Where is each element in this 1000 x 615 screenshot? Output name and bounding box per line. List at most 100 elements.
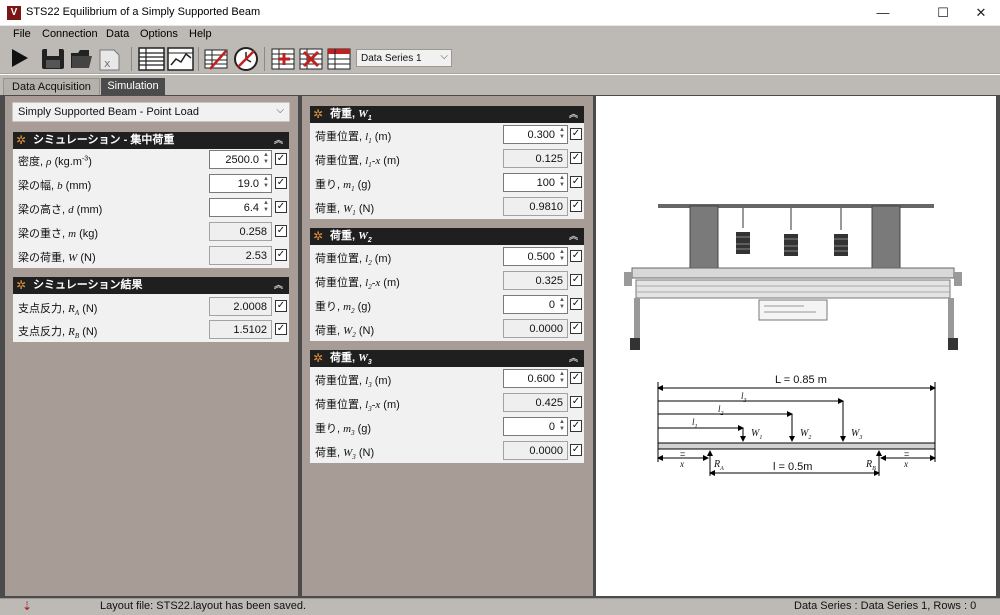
w1-position-row: 荷重位置, l1 (m) 0.300 ▲ ▼ ✓ (310, 123, 584, 146)
w2-position-input[interactable]: 0.500 ▲ ▼ (503, 247, 568, 266)
diagram-length-label: L = 0.85 m (775, 374, 827, 386)
spinner-icon[interactable]: ▲ ▼ (558, 249, 566, 263)
simulation-panel: ✲ シミュレーション - 集中荷重 ︽ 密度, ρ (kg.m-3) 2500.… (13, 132, 289, 268)
reaction-a-checkbox[interactable]: ✓ (275, 300, 287, 312)
menu-data[interactable]: Data (106, 28, 129, 40)
collapse-chevron-icon[interactable]: ︽ (569, 228, 578, 245)
w1-mass-label: 重り, m1 (g) (315, 179, 372, 194)
diagram-eq-right: = (904, 449, 910, 459)
beam-mass-label: 梁の重さ, m (kg) (18, 228, 99, 240)
w1-mass-checkbox[interactable]: ✓ (570, 176, 582, 188)
beam-load-row: 梁の荷重, W (N) 2.53 ✓ (13, 244, 289, 267)
spinner-icon[interactable]: ▲ ▼ (558, 127, 566, 141)
w3-mass-checkbox[interactable]: ✓ (570, 420, 582, 432)
density-checkbox[interactable]: ✓ (275, 153, 287, 165)
gear-icon: ✲ (16, 133, 27, 147)
gear-icon: ✲ (313, 107, 324, 121)
simulation-preset-select[interactable]: Simply Supported Beam - Point Load ⌵ (12, 102, 290, 122)
w3-position-checkbox[interactable]: ✓ (570, 372, 582, 384)
menu-options[interactable]: Options (140, 28, 178, 40)
w1-load-checkbox[interactable]: ✓ (570, 200, 582, 212)
beam-height-checkbox[interactable]: ✓ (275, 201, 287, 213)
simulation-preset-value: Simply Supported Beam - Point Load (18, 106, 199, 118)
w1-offset-checkbox[interactable]: ✓ (570, 152, 582, 164)
w2-mass-checkbox[interactable]: ✓ (570, 298, 582, 310)
w3-load-value: 0.0000 (503, 441, 568, 460)
spinner-icon[interactable]: ▲ ▼ (558, 297, 566, 311)
w1-position-input[interactable]: 0.300 ▲ ▼ (503, 125, 568, 144)
minimize-button[interactable]: — (860, 0, 906, 26)
beam-load-checkbox[interactable]: ✓ (275, 249, 287, 261)
menu-file[interactable]: File (13, 28, 31, 40)
collapse-chevron-icon[interactable]: ︽ (274, 277, 283, 294)
beam-mass-checkbox[interactable]: ✓ (275, 225, 287, 237)
w1-position-label: 荷重位置, l1 (m) (315, 131, 392, 146)
simulation-panel-header[interactable]: ✲ シミュレーション - 集中荷重 ︽ (13, 132, 289, 149)
beam-height-input[interactable]: 6.4 ▲ ▼ (209, 198, 272, 217)
w2-position-checkbox[interactable]: ✓ (570, 250, 582, 262)
results-panel-header[interactable]: ✲ シミュレーション結果 ︽ (13, 277, 289, 294)
diagram-x-left: x (680, 459, 684, 469)
save-icon (42, 49, 64, 69)
results-panel-title: シミュレーション結果 (33, 279, 143, 291)
load-w2-header[interactable]: ✲ 荷重, W2 ︽ (310, 228, 584, 245)
tab-data-acquisition[interactable]: Data Acquisition (3, 78, 100, 95)
w3-position-input[interactable]: 0.600 ▲ ▼ (503, 369, 568, 388)
spinner-icon[interactable]: ▲ ▼ (262, 152, 270, 166)
w3-offset-row: 荷重位置, l3-x (m) 0.425 ✓ (310, 391, 584, 414)
w2-mass-input[interactable]: 0 ▲ ▼ (503, 295, 568, 314)
tab-simulation[interactable]: Simulation (101, 78, 165, 95)
data-series-select-value: Data Series 1 (361, 53, 422, 64)
svg-text:x: x (104, 57, 111, 70)
beam-width-checkbox[interactable]: ✓ (275, 177, 287, 189)
w3-position-label: 荷重位置, l3 (m) (315, 375, 392, 390)
w3-mass-label: 重り, m3 (g) (315, 423, 372, 438)
w3-offset-label: 荷重位置, l3-x (m) (315, 399, 400, 414)
w1-position-checkbox[interactable]: ✓ (570, 128, 582, 140)
w3-load-checkbox[interactable]: ✓ (570, 444, 582, 456)
load-w3-panel: ✲ 荷重, W3 ︽ 荷重位置, l3 (m) 0.600 ▲ ▼ ✓ 荷重位置, … (310, 350, 584, 463)
spinner-icon[interactable]: ▲ ▼ (558, 371, 566, 385)
data-series-select[interactable]: Data Series 1 ⌵ (356, 49, 452, 67)
w1-offset-row: 荷重位置, l1-x (m) 0.125 ✓ (310, 147, 584, 170)
series-table-icon (327, 48, 351, 70)
w3-mass-input[interactable]: 0 ▲ ▼ (503, 417, 568, 436)
window-title: STS22 Equilibrium of a Simply Supported … (26, 6, 261, 18)
w2-mass-row: 重り, m2 (g) 0 ▲ ▼ ✓ (310, 293, 584, 316)
spinner-icon[interactable]: ▲ ▼ (262, 176, 270, 190)
menu-connection[interactable]: Connection (42, 28, 98, 40)
collapse-chevron-icon[interactable]: ︽ (569, 350, 578, 367)
beam-mass-row: 梁の重さ, m (kg) 0.258 ✓ (13, 220, 289, 243)
diagram-l3-label: l3 (741, 391, 747, 404)
collapse-chevron-icon[interactable]: ︽ (569, 106, 578, 123)
menu-help[interactable]: Help (189, 28, 212, 40)
density-input[interactable]: 2500.0 ▲ ▼ (209, 150, 272, 169)
diagram-ra-label: RA (714, 459, 724, 472)
w2-load-checkbox[interactable]: ✓ (570, 322, 582, 334)
beam-load-value: 2.53 (209, 246, 272, 265)
beam-width-input[interactable]: 19.0 ▲ ▼ (209, 174, 272, 193)
beam-width-label: 梁の幅, b (mm) (18, 180, 92, 192)
w3-offset-value: 0.425 (503, 393, 568, 412)
load-w3-header[interactable]: ✲ 荷重, W3 ︽ (310, 350, 584, 367)
load-w2-panel: ✲ 荷重, W2 ︽ 荷重位置, l2 (m) 0.500 ▲ ▼ ✓ 荷重位置, … (310, 228, 584, 341)
spinner-icon[interactable]: ▲ ▼ (558, 175, 566, 189)
load-w1-header[interactable]: ✲ 荷重, W1 ︽ (310, 106, 584, 123)
simulation-panel-title: シミュレーション - 集中荷重 (33, 134, 175, 146)
w3-offset-checkbox[interactable]: ✓ (570, 396, 582, 408)
w2-offset-checkbox[interactable]: ✓ (570, 274, 582, 286)
excel-export-icon: x (99, 49, 120, 71)
diagram-l1-label: l1 (692, 417, 698, 430)
w3-load-row: 荷重, W3 (N) 0.0000 ✓ (310, 439, 584, 462)
diagram-span-label: l = 0.5m (773, 461, 813, 473)
chevron-down-icon: ⌵ (440, 51, 448, 62)
close-button[interactable]: ✕ (958, 0, 1000, 26)
spinner-icon[interactable]: ▲ ▼ (558, 419, 566, 433)
density-row: 密度, ρ (kg.m-3) 2500.0 ▲ ▼ ✓ (13, 148, 289, 171)
gear-icon: ✲ (16, 278, 27, 292)
diagram-rb-label: RB (866, 459, 876, 472)
collapse-chevron-icon[interactable]: ︽ (274, 132, 283, 149)
reaction-b-checkbox[interactable]: ✓ (275, 323, 287, 335)
spinner-icon[interactable]: ▲ ▼ (262, 200, 270, 214)
w1-mass-input[interactable]: 100 ▲ ▼ (503, 173, 568, 192)
